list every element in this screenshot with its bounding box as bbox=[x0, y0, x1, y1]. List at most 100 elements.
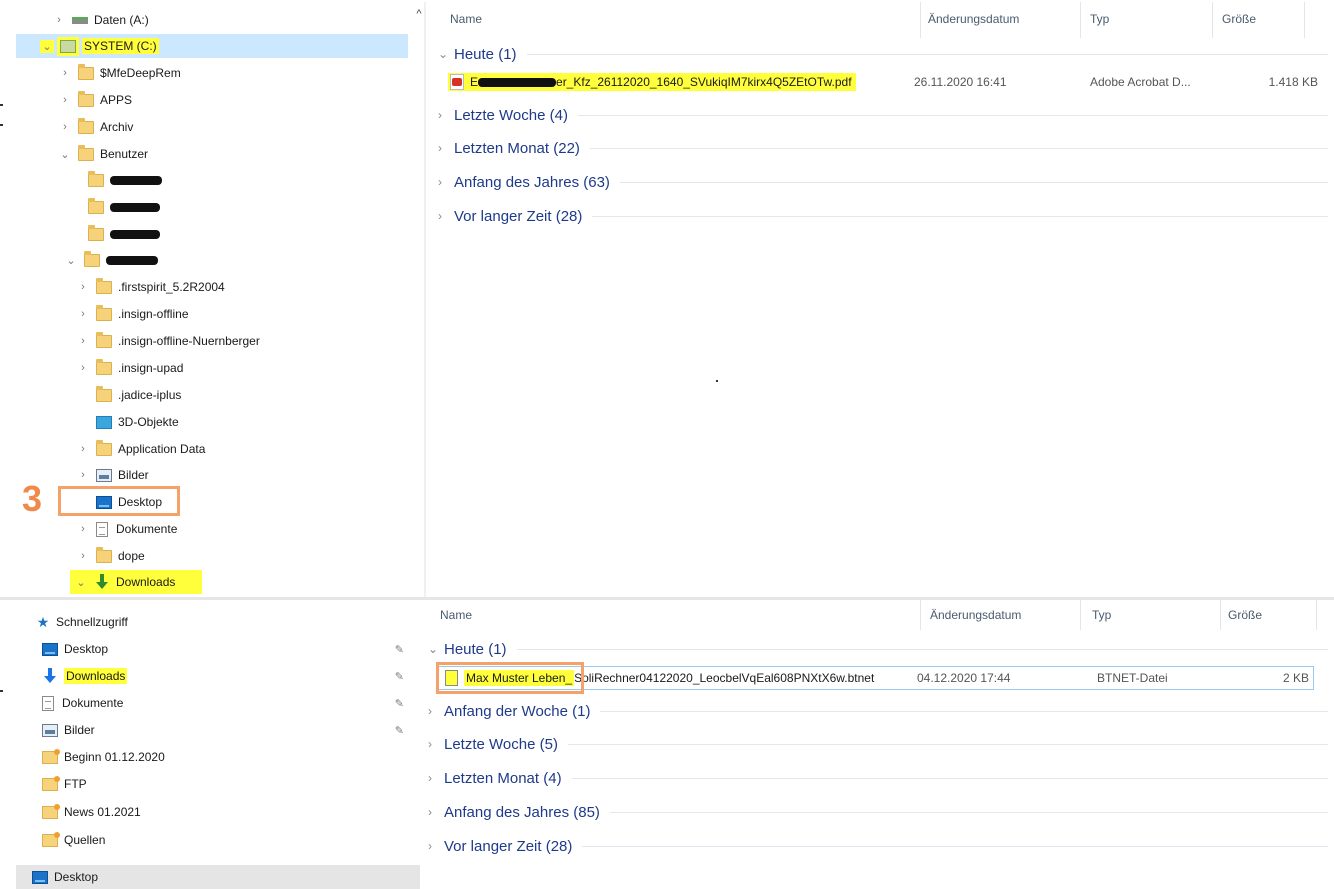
column-header-type[interactable]: Typ bbox=[1092, 600, 1111, 630]
tree-item-label: 3D-Objekte bbox=[118, 415, 179, 429]
tree-item-label: SYSTEM (C:) bbox=[82, 38, 159, 54]
tree-item-jadice-iplus[interactable]: .jadice-iplus bbox=[16, 383, 408, 407]
bottom-navigation-pane: ★ Schnellzugriff Desktop ✎ Downloads ✎ D… bbox=[16, 600, 420, 889]
column-separator[interactable] bbox=[1316, 600, 1317, 630]
file-size: 2 KB bbox=[1282, 671, 1309, 685]
tree-item-downloads[interactable]: ⌄ Downloads bbox=[70, 570, 202, 594]
tree-item-label: Schnellzugriff bbox=[56, 615, 128, 629]
group-letzte-woche[interactable]: › Letzte Woche (4) bbox=[438, 103, 1328, 127]
tree-item-apps[interactable]: › APPS bbox=[16, 88, 408, 112]
group-label: Anfang des Jahres (63) bbox=[454, 173, 610, 191]
chevron-right-icon: › bbox=[438, 175, 442, 189]
tree-item-application-data[interactable]: › Application Data bbox=[16, 437, 408, 461]
column-header-date[interactable]: Änderungsdatum bbox=[930, 600, 1021, 630]
tree-item-dope[interactable]: › dope bbox=[16, 544, 408, 568]
chevron-right-icon[interactable]: › bbox=[58, 121, 72, 133]
column-separator[interactable] bbox=[1212, 2, 1213, 38]
quick-item-beginn[interactable]: Beginn 01.12.2020 bbox=[16, 745, 416, 769]
folder-icon bbox=[96, 439, 112, 456]
column-separator[interactable] bbox=[1220, 600, 1221, 630]
pin-icon[interactable]: ✎ bbox=[395, 643, 404, 656]
chevron-right-icon[interactable]: › bbox=[58, 67, 72, 79]
column-header-name[interactable]: Name bbox=[440, 600, 472, 630]
3d-objects-icon bbox=[96, 415, 112, 429]
chevron-down-icon[interactable]: ⌄ bbox=[40, 39, 54, 53]
tree-item-firstspirit[interactable]: › .firstspirit_5.2R2004 bbox=[16, 275, 408, 299]
tree-item-insign-offline-nuernberger[interactable]: › .insign-offline-Nuernberger bbox=[16, 329, 408, 353]
chevron-down-icon[interactable]: ⌄ bbox=[58, 148, 72, 161]
chevron-right-icon[interactable]: › bbox=[52, 14, 66, 26]
column-header-size[interactable]: Größe bbox=[1228, 600, 1262, 630]
group-vor-langer-zeit[interactable]: › Vor langer Zeit (28) bbox=[438, 204, 1328, 228]
quick-item-downloads[interactable]: Downloads ✎ bbox=[16, 664, 416, 688]
drive-icon bbox=[72, 16, 88, 24]
tree-item-system-drive[interactable]: ⌄ SYSTEM (C:) bbox=[16, 34, 408, 58]
chevron-right-icon[interactable]: › bbox=[76, 523, 90, 535]
group-anfang-des-jahres[interactable]: › Anfang des Jahres (85) bbox=[428, 800, 1328, 824]
chevron-right-icon[interactable]: › bbox=[76, 469, 90, 481]
tree-item-daten-drive[interactable]: › Daten (A:) bbox=[16, 8, 408, 32]
column-separator[interactable] bbox=[1080, 2, 1081, 38]
tree-item-label: Beginn 01.12.2020 bbox=[64, 750, 165, 764]
chevron-right-icon[interactable]: › bbox=[76, 308, 90, 320]
tree-item-insign-upad[interactable]: › .insign-upad bbox=[16, 356, 408, 380]
tree-item-label: News 01.2021 bbox=[64, 805, 141, 819]
scroll-up-icon[interactable]: ^ bbox=[412, 8, 426, 22]
file-type: Adobe Acrobat D... bbox=[1090, 75, 1191, 89]
tree-item-mfedeeprem[interactable]: › $MfeDeepRem bbox=[16, 61, 408, 85]
pin-icon[interactable]: ✎ bbox=[395, 670, 404, 683]
group-anfang-der-woche[interactable]: › Anfang der Woche (1) bbox=[428, 699, 1328, 723]
tree-item-redacted-user[interactable] bbox=[16, 195, 408, 219]
chevron-right-icon[interactable]: › bbox=[76, 362, 90, 374]
quick-item-dokumente[interactable]: Dokumente ✎ bbox=[16, 691, 416, 715]
tree-item-redacted-user-expanded[interactable]: ⌄ bbox=[16, 248, 408, 272]
group-anfang-des-jahres[interactable]: › Anfang des Jahres (63) bbox=[438, 170, 1328, 194]
tree-item-benutzer[interactable]: ⌄ Benutzer bbox=[16, 142, 408, 166]
group-heute[interactable]: ⌄ Heute (1) bbox=[438, 42, 1328, 66]
chevron-down-icon: ⌄ bbox=[428, 642, 439, 656]
column-header-type[interactable]: Typ bbox=[1090, 2, 1109, 36]
group-letzten-monat[interactable]: › Letzten Monat (22) bbox=[438, 136, 1328, 160]
tree-item-bilder[interactable]: › Bilder bbox=[16, 463, 408, 487]
file-row-pdf[interactable]: E er_Kfz_26112020_1640_SVukiqIM7kirx4Q5Z… bbox=[448, 70, 1318, 94]
file-name-prefix: E bbox=[470, 75, 479, 89]
tree-item-label: Bilder bbox=[118, 468, 149, 482]
quick-item-quellen[interactable]: Quellen bbox=[16, 828, 416, 852]
tree-item-redacted-user[interactable] bbox=[16, 222, 408, 246]
column-separator[interactable] bbox=[920, 2, 921, 38]
group-heute[interactable]: ⌄ Heute (1) bbox=[428, 637, 1328, 661]
group-letzten-monat[interactable]: › Letzten Monat (4) bbox=[428, 766, 1328, 790]
column-header-name[interactable]: Name bbox=[450, 2, 482, 36]
chevron-right-icon[interactable]: › bbox=[76, 335, 90, 347]
tree-item-label: .firstspirit_5.2R2004 bbox=[118, 280, 225, 294]
quick-item-desktop[interactable]: Desktop ✎ bbox=[16, 637, 416, 661]
chevron-right-icon[interactable]: › bbox=[76, 550, 90, 562]
tree-item-archiv[interactable]: › Archiv bbox=[16, 115, 408, 139]
tree-item-insign-offline[interactable]: › .insign-offline bbox=[16, 302, 408, 326]
column-separator[interactable] bbox=[1080, 600, 1081, 630]
tree-item-redacted-user[interactable] bbox=[16, 168, 408, 192]
quick-item-ftp[interactable]: FTP bbox=[16, 772, 416, 796]
desktop-icon bbox=[42, 642, 58, 656]
chevron-down-icon[interactable]: ⌄ bbox=[74, 576, 88, 589]
group-letzte-woche[interactable]: › Letzte Woche (5) bbox=[428, 732, 1328, 756]
pin-icon[interactable]: ✎ bbox=[395, 724, 404, 737]
group-vor-langer-zeit[interactable]: › Vor langer Zeit (28) bbox=[428, 834, 1328, 858]
quick-item-bilder[interactable]: Bilder ✎ bbox=[16, 718, 416, 742]
folder-icon bbox=[88, 197, 104, 214]
tree-item-schnellzugriff[interactable]: ★ Schnellzugriff bbox=[16, 610, 416, 634]
column-header-date[interactable]: Änderungsdatum bbox=[928, 2, 1019, 36]
column-header-size[interactable]: Größe bbox=[1222, 2, 1256, 36]
tree-item-label: dope bbox=[118, 549, 145, 563]
tree-item-desktop-root[interactable]: Desktop bbox=[16, 865, 420, 889]
chevron-right-icon[interactable]: › bbox=[76, 443, 90, 455]
column-separator[interactable] bbox=[920, 600, 921, 630]
chevron-right-icon[interactable]: › bbox=[58, 94, 72, 106]
tree-item-dokumente[interactable]: › Dokumente bbox=[16, 517, 408, 541]
chevron-down-icon[interactable]: ⌄ bbox=[64, 254, 78, 267]
pin-icon[interactable]: ✎ bbox=[395, 697, 404, 710]
tree-item-3d-objekte[interactable]: 3D-Objekte bbox=[16, 410, 408, 434]
quick-item-news[interactable]: News 01.2021 bbox=[16, 800, 416, 824]
column-separator[interactable] bbox=[1304, 2, 1305, 38]
chevron-right-icon[interactable]: › bbox=[76, 281, 90, 293]
